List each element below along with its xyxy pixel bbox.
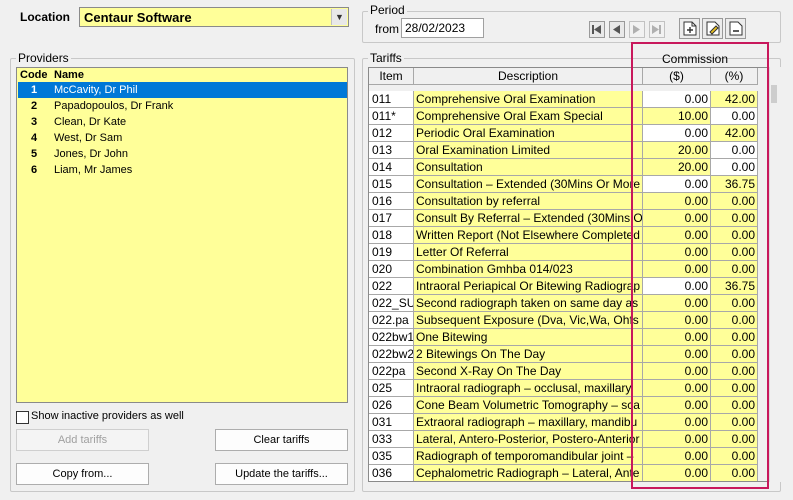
tariff-description-cell[interactable]: Letter Of Referral <box>414 244 643 261</box>
delete-document-icon[interactable] <box>725 18 746 39</box>
provider-name: Clean, Dr Kate <box>54 116 127 128</box>
provider-code: 3 <box>31 116 38 128</box>
tariff-item-cell[interactable]: 022bw1 <box>369 329 414 346</box>
show-inactive-checkbox[interactable] <box>16 411 29 424</box>
tariff-description-cell[interactable]: Second X-Ray On The Day <box>414 363 643 380</box>
provider-row[interactable]: 4 West, Dr Sam <box>18 130 347 146</box>
tariffs-scrollbar[interactable] <box>769 67 781 482</box>
from-date-input[interactable]: 28/02/2023 <box>401 18 484 38</box>
tariff-item-cell[interactable]: 031 <box>369 414 414 431</box>
tariff-item-cell[interactable]: 033 <box>369 431 414 448</box>
tariff-item-cell[interactable]: 035 <box>369 448 414 465</box>
location-label: Location <box>20 10 70 24</box>
tariff-description-cell[interactable]: Combination Gmhba 014/023 <box>414 261 643 278</box>
tariff-description-cell[interactable]: Oral Examination Limited <box>414 142 643 159</box>
provider-row[interactable]: 3 Clean, Dr Kate <box>18 114 347 130</box>
item-column-header[interactable]: Item <box>369 68 414 85</box>
edit-document-icon[interactable] <box>702 18 723 39</box>
add-tariffs-button[interactable]: Add tariffs <box>16 429 149 451</box>
next-record-icon[interactable] <box>629 21 645 38</box>
tariff-item-cell[interactable]: 015 <box>369 176 414 193</box>
tariff-description-cell[interactable]: Comprehensive Oral Exam Special <box>414 108 643 125</box>
previous-record-icon[interactable] <box>609 21 625 38</box>
provider-code: 1 <box>31 84 38 96</box>
tariff-description-cell[interactable]: 2 Bitewings On The Day <box>414 346 643 363</box>
tariff-description-cell[interactable]: Comprehensive Oral Examination <box>414 91 643 108</box>
tariff-item-cell[interactable]: 025 <box>369 380 414 397</box>
tariff-item-cell[interactable]: 011 <box>369 91 414 108</box>
provider-name: Liam, Mr James <box>54 164 133 176</box>
tariff-description-cell[interactable]: Radiograph of temporomandibular joint – <box>414 448 643 465</box>
location-value: Centaur Software <box>84 10 192 25</box>
location-select[interactable]: Centaur Software ▼ <box>79 7 349 27</box>
tariff-description-cell[interactable]: Intraoral radiograph – occlusal, maxilla… <box>414 380 643 397</box>
update-tariffs-button[interactable]: Update the tariffs... <box>215 463 348 485</box>
provider-name: Jones, Dr John <box>54 148 128 160</box>
tariff-item-cell[interactable]: 022bw2 <box>369 346 414 363</box>
chevron-down-icon[interactable]: ▼ <box>331 9 347 25</box>
tariff-item-cell[interactable]: 036 <box>369 465 414 481</box>
tariff-item-cell[interactable]: 022 <box>369 278 414 295</box>
tariff-description-cell[interactable]: Subsequent Exposure (Dva, Vic,Wa, Ohfs <box>414 312 643 329</box>
tariff-description-cell[interactable]: Second radiograph taken on same day as <box>414 295 643 312</box>
tariffs-title: Tariffs <box>368 51 404 65</box>
tariff-description-cell[interactable]: Consult By Referral – Extended (30Mins O <box>414 210 643 227</box>
provider-row[interactable]: 2 Papadopoulos, Dr Frank <box>18 98 347 114</box>
provider-name: Papadopoulos, Dr Frank <box>54 100 174 112</box>
scrollbar-thumb[interactable] <box>771 85 777 103</box>
tariff-description-cell[interactable]: Consultation <box>414 159 643 176</box>
new-document-icon[interactable] <box>679 18 700 39</box>
tariff-description-cell[interactable]: Cephalometric Radiograph – Lateral, Ante <box>414 465 643 481</box>
tariff-description-cell[interactable]: Lateral, Antero-Posterior, Postero-Anter… <box>414 431 643 448</box>
tariff-description-cell[interactable]: Intraoral Periapical Or Bitewing Radiogr… <box>414 278 643 295</box>
tariff-item-cell[interactable]: 018 <box>369 227 414 244</box>
tariff-item-cell[interactable]: 022.pa <box>369 312 414 329</box>
description-column-header[interactable]: Description <box>414 68 643 85</box>
provider-code: 6 <box>31 164 38 176</box>
provider-name: West, Dr Sam <box>54 132 123 144</box>
tariff-item-cell[interactable]: 022pa <box>369 363 414 380</box>
show-inactive-label: Show inactive providers as well <box>31 410 184 422</box>
tariff-item-cell[interactable]: 011* <box>369 108 414 125</box>
name-column-header: Name <box>54 69 84 81</box>
tariff-description-cell[interactable]: Cone Beam Volumetric Tomography – sca <box>414 397 643 414</box>
provider-row[interactable]: 6 Liam, Mr James <box>18 162 347 178</box>
provider-code: 4 <box>31 132 38 144</box>
tariff-description-cell[interactable]: Extraoral radiograph – maxillary, mandib… <box>414 414 643 431</box>
provider-code: 2 <box>31 100 38 112</box>
tariff-item-cell[interactable]: 013 <box>369 142 414 159</box>
tariff-item-cell[interactable]: 014 <box>369 159 414 176</box>
tariff-item-cell[interactable]: 022_SU <box>369 295 414 312</box>
first-record-icon[interactable] <box>589 21 605 38</box>
commission-highlight-box <box>631 42 769 489</box>
copy-from-button[interactable]: Copy from... <box>16 463 149 485</box>
tariff-description-cell[interactable]: Periodic Oral Examination <box>414 125 643 142</box>
providers-title: Providers <box>16 51 71 65</box>
tariff-item-cell[interactable]: 019 <box>369 244 414 261</box>
last-record-icon[interactable] <box>649 21 665 38</box>
provider-name: McCavity, Dr Phil <box>54 84 138 96</box>
provider-row[interactable]: 1 McCavity, Dr Phil <box>18 82 347 98</box>
tariff-description-cell[interactable]: Consultation by referral <box>414 193 643 210</box>
tariff-description-cell[interactable]: One Bitewing <box>414 329 643 346</box>
tariff-item-cell[interactable]: 017 <box>369 210 414 227</box>
tariff-item-cell[interactable]: 020 <box>369 261 414 278</box>
tariff-item-cell[interactable]: 016 <box>369 193 414 210</box>
provider-code: 5 <box>31 148 38 160</box>
code-column-header: Code <box>20 69 48 81</box>
tariff-item-cell[interactable]: 026 <box>369 397 414 414</box>
period-title: Period <box>368 3 407 17</box>
providers-list[interactable]: Code Name 1 McCavity, Dr Phil 2 Papadopoulo… <box>16 67 348 403</box>
provider-row[interactable]: 5 Jones, Dr John <box>18 146 347 162</box>
clear-tariffs-button[interactable]: Clear tariffs <box>215 429 348 451</box>
tariff-description-cell[interactable]: Written Report (Not Elsewhere Completed <box>414 227 643 244</box>
from-label: from <box>375 22 399 36</box>
tariff-item-cell[interactable]: 012 <box>369 125 414 142</box>
tariff-description-cell[interactable]: Consultation – Extended (30Mins Or More <box>414 176 643 193</box>
